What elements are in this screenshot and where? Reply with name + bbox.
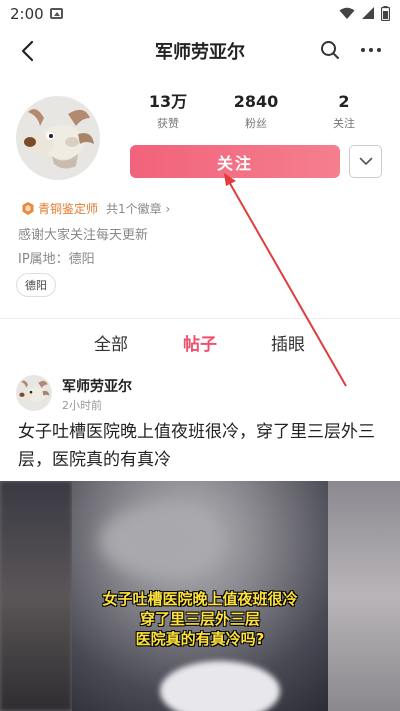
stat-followers[interactable]: 2840 粉丝 [216, 92, 296, 131]
signal-icon [362, 7, 374, 19]
tab-bookmarks[interactable]: 插眼 [271, 330, 305, 355]
post-header: 军师劳亚尔 2小时前 [16, 375, 396, 415]
stat-label: 关注 [333, 117, 355, 130]
battery-icon [381, 6, 390, 21]
caption-line: 女子吐槽医院晚上值夜班很冷 [102, 590, 298, 608]
profile-stats: 13万 获赞 2840 粉丝 2 关注 [128, 92, 384, 131]
post-author-name[interactable]: 军师劳亚尔 [62, 376, 132, 396]
more-dot [369, 48, 373, 52]
stat-following[interactable]: 2 关注 [304, 92, 384, 131]
follow-button[interactable]: 关注 [130, 145, 340, 178]
gallery-notification-icon [50, 8, 63, 19]
nav-bar: 军师劳亚尔 [0, 28, 400, 74]
dog-avatar-illustration [19, 380, 50, 402]
post-video-thumbnail[interactable]: 女子吐槽医院晚上值夜班很冷 穿了里三层外三层 医院真的有真冷吗? [0, 481, 400, 711]
stat-value: 2 [338, 92, 350, 111]
ip-location: IP属地：德阳 [18, 252, 95, 267]
chevron-down-icon [359, 157, 372, 165]
post-author-avatar[interactable] [16, 375, 52, 411]
bronze-badge-icon [22, 202, 34, 215]
stat-value: 13万 [148, 92, 188, 111]
media-blur-right [328, 481, 400, 711]
profile-bio: 感谢大家关注每天更新 [18, 228, 149, 243]
badge-row[interactable]: 青铜鉴定师 共1个徽章 › [22, 200, 170, 217]
stat-likes[interactable]: 13万 获赞 [128, 92, 208, 131]
follow-dropdown-button[interactable] [349, 145, 382, 178]
location-tag[interactable]: 德阳 [16, 273, 56, 297]
stat-label: 粉丝 [245, 117, 267, 130]
media-shape [100, 506, 220, 576]
badge-count: 共1个徽章 › [106, 202, 171, 216]
status-time: 2:00 [10, 5, 44, 23]
post-timestamp: 2小时前 [62, 399, 102, 412]
tab-posts[interactable]: 帖子 [183, 330, 217, 355]
profile-avatar[interactable] [16, 96, 100, 180]
tab-all[interactable]: 全部 [94, 330, 128, 355]
caption-line: 穿了里三层外三层 [139, 610, 260, 628]
badge-title: 青铜鉴定师 [38, 202, 99, 216]
status-bar: 2:00 [0, 0, 400, 28]
more-dot [361, 48, 365, 52]
wifi-icon [339, 7, 355, 19]
post-text[interactable]: 女子吐槽医院晚上值夜班很冷，穿了里三层外三层，医院真的有真冷 [18, 418, 382, 474]
more-dot [377, 48, 381, 52]
status-icons [339, 6, 390, 21]
more-button[interactable] [356, 36, 386, 64]
caption-line: 医院真的有真冷吗? [135, 630, 265, 648]
stat-label: 获赞 [157, 117, 179, 130]
search-button[interactable] [316, 36, 344, 64]
section-divider [0, 318, 400, 319]
content-tabs: 全部 帖子 插眼 [0, 326, 400, 362]
media-blur-left [0, 481, 72, 711]
search-icon [321, 41, 339, 59]
dog-avatar-illustration [24, 109, 94, 169]
stat-value: 2840 [233, 92, 279, 111]
video-caption: 女子吐槽医院晚上值夜班很冷 穿了里三层外三层 医院真的有真冷吗? [72, 589, 328, 649]
